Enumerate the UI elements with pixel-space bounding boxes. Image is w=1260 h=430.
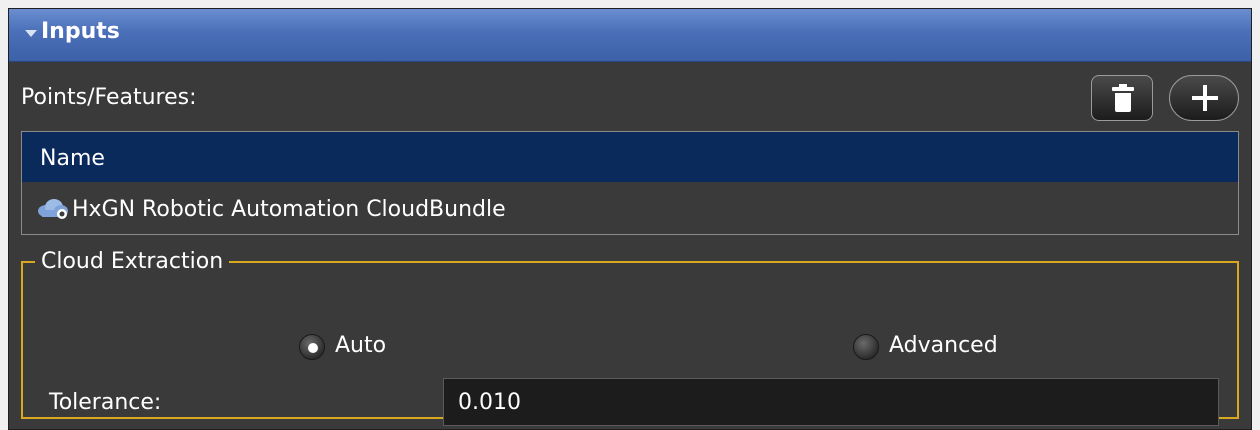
column-header-name: Name	[40, 146, 105, 171]
radio-selected-icon	[299, 334, 325, 360]
table-header-name[interactable]: Name	[22, 132, 1238, 182]
trash-icon	[1112, 84, 1134, 112]
add-button[interactable]	[1169, 75, 1239, 121]
delete-button[interactable]	[1091, 75, 1153, 121]
points-features-table: Name HxGN Robotic Automation CloudBundle	[21, 131, 1239, 235]
row-name: HxGN Robotic Automation CloudBundle	[72, 197, 506, 222]
section-title: Inputs	[41, 19, 120, 44]
points-features-label: Points/Features:	[21, 85, 197, 110]
tolerance-input[interactable]	[443, 378, 1219, 426]
advanced-radio-label: Advanced	[889, 333, 998, 358]
cloud-extraction-legend: Cloud Extraction	[41, 249, 224, 274]
auto-radio-label: Auto	[335, 333, 387, 358]
table-row[interactable]: HxGN Robotic Automation CloudBundle	[22, 184, 1238, 234]
inputs-panel: Inputs Points/Features: Name HxGN Roboti…	[8, 8, 1252, 430]
radio-unselected-icon	[853, 334, 879, 360]
cloud-icon	[38, 199, 68, 219]
cloud-extraction-group: Cloud Extraction Auto Advanced Tolerance…	[21, 249, 1239, 426]
collapse-arrow-icon[interactable]	[25, 30, 37, 37]
tolerance-label: Tolerance:	[49, 390, 162, 415]
inputs-section-header[interactable]: Inputs	[9, 9, 1251, 62]
